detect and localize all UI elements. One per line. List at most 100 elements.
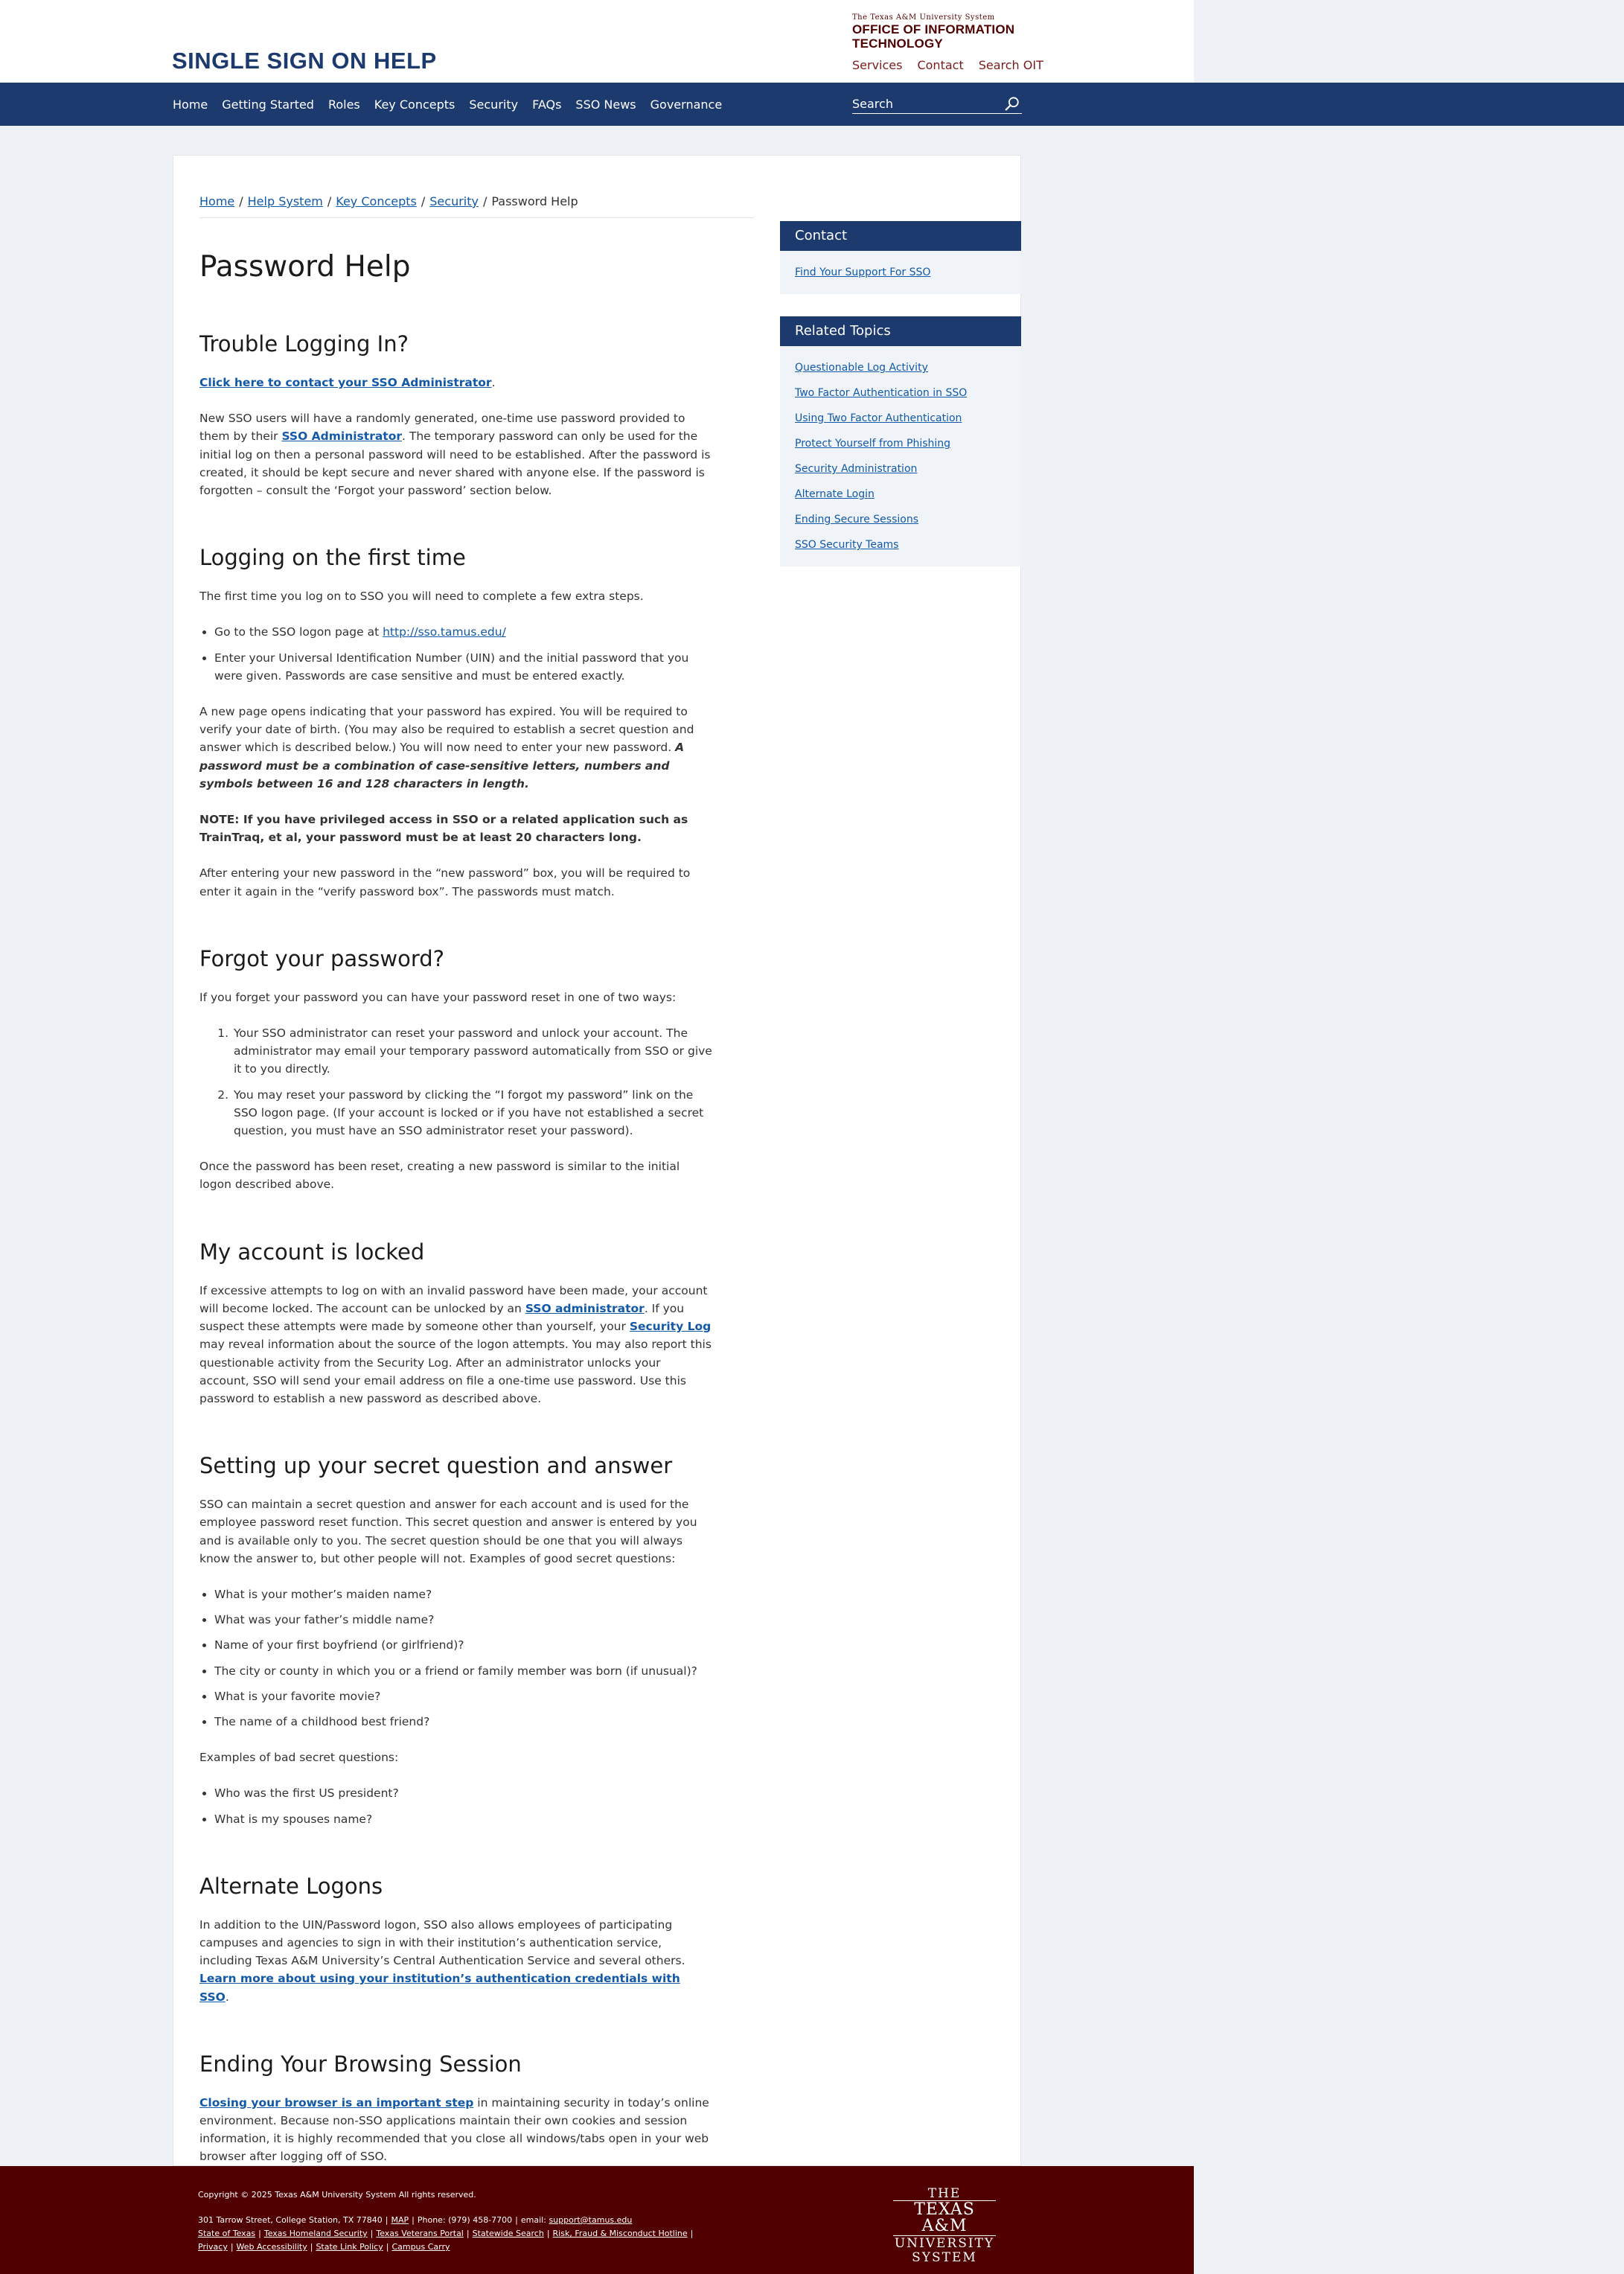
footer-map-link[interactable]: MAP bbox=[391, 2215, 409, 2225]
footer-email-link[interactable]: support@tamus.edu bbox=[549, 2215, 632, 2225]
footer-link-state-link-policy[interactable]: State Link Policy bbox=[316, 2242, 383, 2252]
sso-administrator-link[interactable]: SSO administrator bbox=[525, 1302, 645, 1315]
nav-item-key-concepts[interactable]: Key Concepts bbox=[374, 98, 455, 112]
nav-item-faqs[interactable]: FAQs bbox=[532, 98, 561, 112]
privileged-note: NOTE: If you have privileged access in S… bbox=[199, 811, 713, 846]
related-topics-widget: Related Topics Questionable Log Activity… bbox=[780, 316, 1021, 566]
footer-link-privacy[interactable]: Privacy bbox=[198, 2242, 228, 2252]
sidebar: Contact Find Your Support For SSO Relate… bbox=[780, 221, 1021, 589]
section-heading-forgot: Forgot your password? bbox=[199, 945, 445, 971]
footer-link-campus-carry[interactable]: Campus Carry bbox=[391, 2242, 450, 2252]
content-card: Home / Help System / Key Concepts / Security / P… bbox=[173, 155, 1021, 2166]
breadcrumb-security[interactable]: Security bbox=[429, 194, 479, 208]
related-link-two-factor-sso[interactable]: Two Factor Authentication in SSO bbox=[795, 386, 1006, 400]
good-questions-list: What is your mother’s maiden name? What … bbox=[199, 1585, 713, 1731]
related-topics-heading: Related Topics bbox=[780, 316, 1021, 346]
tamus-logo-system: SYSTEM bbox=[912, 2250, 977, 2265]
list-item: What was your father’s middle name? bbox=[214, 1611, 713, 1629]
related-link-phishing[interactable]: Protect Yourself from Phishing bbox=[795, 437, 1006, 450]
first-time-intro: The first time you log on to SSO you wil… bbox=[199, 590, 644, 604]
bad-questions-list: Who was the first US president? What is … bbox=[199, 1784, 713, 1827]
nav-item-home[interactable]: Home bbox=[173, 98, 208, 112]
footer-copyright: Copyright © 2025 Texas A&M University Sy… bbox=[198, 2190, 476, 2200]
footer-email-label: email: bbox=[520, 2215, 546, 2225]
list-item: What is your mother’s maiden name? bbox=[214, 1585, 713, 1603]
footer-link-hotline[interactable]: Risk, Fraud & Misconduct Hotline bbox=[553, 2229, 688, 2238]
nav-item-sso-news[interactable]: SSO News bbox=[575, 98, 636, 112]
find-support-link[interactable]: Find Your Support For SSO bbox=[795, 266, 1006, 279]
site-title[interactable]: SINGLE SIGN ON HELP bbox=[172, 48, 437, 74]
nav-item-security[interactable]: Security bbox=[469, 98, 518, 112]
new-users-paragraph: New SSO users will have a randomly gener… bbox=[199, 409, 713, 499]
breadcrumb-home[interactable]: Home bbox=[199, 194, 234, 208]
first-time-steps: Go to the SSO logon page at http://sso.t… bbox=[199, 623, 713, 685]
sso-logon-link[interactable]: http://sso.tamus.edu/ bbox=[383, 625, 506, 639]
locked-text-post: may reveal information about the source … bbox=[199, 1338, 712, 1405]
section-heading-ending: Ending Your Browsing Session bbox=[199, 2051, 522, 2077]
verify-password-paragraph: After entering your new password in the … bbox=[199, 866, 691, 898]
closing-browser-link[interactable]: Closing your browser is an important ste… bbox=[199, 2096, 473, 2109]
logo-technology-line: TECHNOLOGY bbox=[852, 36, 943, 51]
oit-link-search[interactable]: Search OIT bbox=[979, 58, 1043, 72]
contact-admin-link[interactable]: Click here to contact your SSO Administr… bbox=[199, 376, 492, 389]
tamus-logo-university: UNIVERSITY bbox=[894, 2236, 995, 2251]
breadcrumb-current: Password Help bbox=[491, 194, 578, 208]
list-item: Your SSO administrator can reset your pa… bbox=[232, 1024, 713, 1079]
oit-links: Services Contact Search OIT bbox=[852, 58, 1043, 72]
footer-link-accessibility[interactable]: Web Accessibility bbox=[237, 2242, 307, 2252]
search-box bbox=[852, 95, 1022, 114]
page-title: Password Help bbox=[199, 250, 411, 284]
breadcrumb-key-concepts[interactable]: Key Concepts bbox=[336, 194, 417, 208]
forgot-intro: If you forget your password you can have… bbox=[199, 990, 677, 1004]
nav-item-roles[interactable]: Roles bbox=[328, 98, 360, 112]
logo-system-line: The Texas A&M University System bbox=[852, 13, 995, 22]
contact-widget: Contact Find Your Support For SSO bbox=[780, 221, 1021, 294]
tamus-logo-the: THE bbox=[927, 2186, 962, 2201]
list-item: Name of your first boyfriend (or girlfri… bbox=[214, 1636, 713, 1654]
alternate-paragraph: In addition to the UIN/Password logon, S… bbox=[199, 1916, 713, 2006]
oit-logo[interactable]: The Texas A&M University System OFFICE O… bbox=[852, 13, 1023, 51]
related-link-security-admin[interactable]: Security Administration bbox=[795, 462, 1006, 476]
oit-link-contact[interactable]: Contact bbox=[917, 58, 963, 72]
section-heading-first-time: Logging on the first time bbox=[199, 545, 466, 571]
logo-office-line: OFFICE OF INFORMATION bbox=[852, 22, 1015, 36]
tamus-logo-texas-am: TEXAS A&M bbox=[893, 2200, 996, 2236]
related-link-ending-sessions[interactable]: Ending Secure Sessions bbox=[795, 513, 1006, 526]
search-input[interactable] bbox=[852, 95, 994, 112]
breadcrumb-separator: / bbox=[327, 194, 332, 208]
footer-link-state-of-texas[interactable]: State of Texas bbox=[198, 2229, 255, 2238]
sso-administrator-link[interactable]: SSO Administrator bbox=[281, 429, 402, 443]
list-item: Enter your Universal Identification Numb… bbox=[214, 649, 713, 685]
bad-questions-intro: Examples of bad secret questions: bbox=[199, 1751, 399, 1765]
locked-paragraph: If excessive attempts to log on with an … bbox=[199, 1282, 713, 1408]
list-item: The name of a childhood best friend? bbox=[214, 1713, 713, 1731]
oit-link-services[interactable]: Services bbox=[852, 58, 902, 72]
list-item: The city or county in which you or a fri… bbox=[214, 1662, 713, 1680]
alternate-tail: . bbox=[225, 1990, 229, 2004]
search-icon[interactable] bbox=[1004, 96, 1020, 112]
related-link-security-teams[interactable]: SSO Security Teams bbox=[795, 538, 1006, 552]
list-item: What is my spouses name? bbox=[214, 1810, 713, 1828]
footer-link-homeland-security[interactable]: Texas Homeland Security bbox=[264, 2229, 368, 2238]
forgot-outro: Once the password has been reset, creati… bbox=[199, 1160, 680, 1192]
related-link-alternate-login[interactable]: Alternate Login bbox=[795, 488, 1006, 501]
learn-more-link[interactable]: Learn more about using your institution’… bbox=[199, 1972, 680, 2003]
expired-password-text: A new page opens indicating that your pa… bbox=[199, 705, 694, 755]
security-log-link[interactable]: Security Log bbox=[630, 1320, 711, 1333]
related-link-using-two-factor[interactable]: Using Two Factor Authentication bbox=[795, 412, 1006, 425]
footer-links: 301 Tarrow Street, College Station, TX 7… bbox=[198, 2215, 694, 2252]
related-link-questionable-log[interactable]: Questionable Log Activity bbox=[795, 361, 1006, 374]
footer-link-statewide-search[interactable]: Statewide Search bbox=[473, 2229, 544, 2238]
nav-item-getting-started[interactable]: Getting Started bbox=[222, 98, 314, 112]
section-heading-alternate: Alternate Logons bbox=[199, 1873, 383, 1899]
main-nav: Home Getting Started Roles Key Concepts … bbox=[0, 83, 1624, 126]
tamus-logo[interactable]: THE TEXAS A&M UNIVERSITY SYSTEM bbox=[893, 2187, 996, 2264]
footer-link-veterans-portal[interactable]: Texas Veterans Portal bbox=[376, 2229, 464, 2238]
breadcrumb-help-system[interactable]: Help System bbox=[248, 194, 323, 208]
breadcrumb-separator: / bbox=[239, 194, 243, 208]
breadcrumb-separator: / bbox=[482, 194, 487, 208]
ending-paragraph: Closing your browser is an important ste… bbox=[199, 2094, 713, 2166]
nav-item-governance[interactable]: Governance bbox=[650, 98, 723, 112]
section-heading-locked: My account is locked bbox=[199, 1239, 425, 1265]
site-footer: Copyright © 2025 Texas A&M University Sy… bbox=[0, 2166, 1194, 2274]
